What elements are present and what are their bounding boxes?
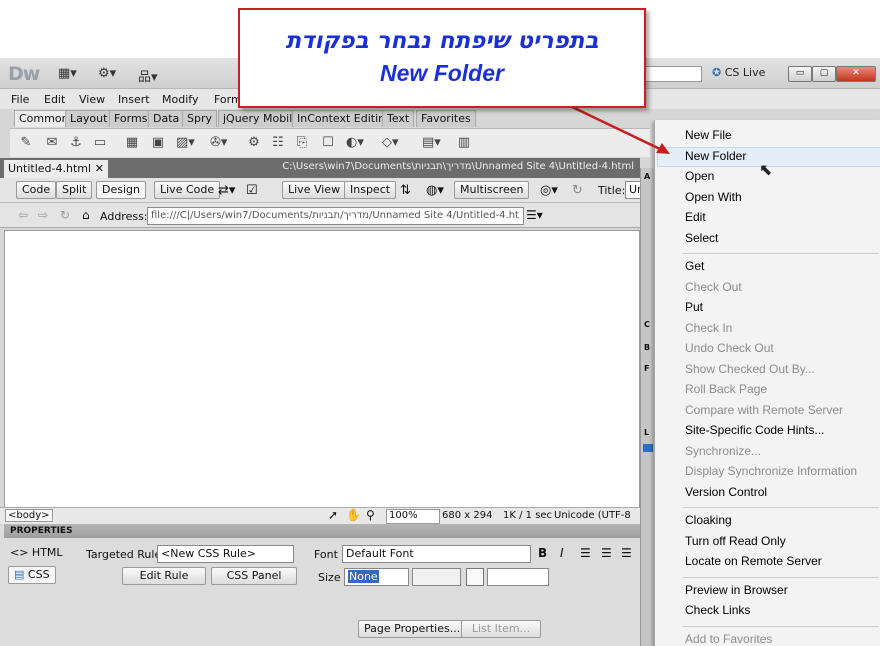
callout-line-1: בתפריט שיפתח נבחר בפקודת: [285, 28, 599, 54]
callout-box: בתפריט שיפתח נבחר בפקודת New Folder: [238, 8, 646, 108]
callout-line-2: New Folder: [380, 60, 504, 86]
